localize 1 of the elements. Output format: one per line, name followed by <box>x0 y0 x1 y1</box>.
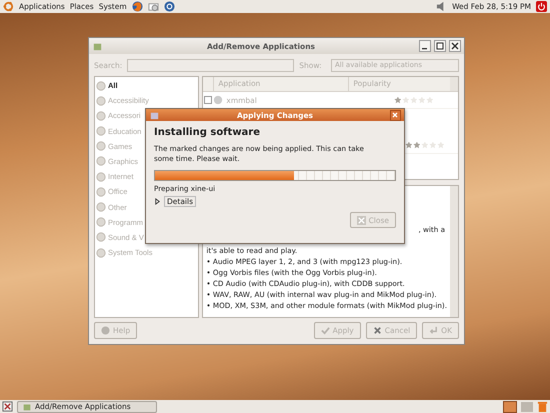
dialog-heading: Installing software <box>154 127 262 138</box>
